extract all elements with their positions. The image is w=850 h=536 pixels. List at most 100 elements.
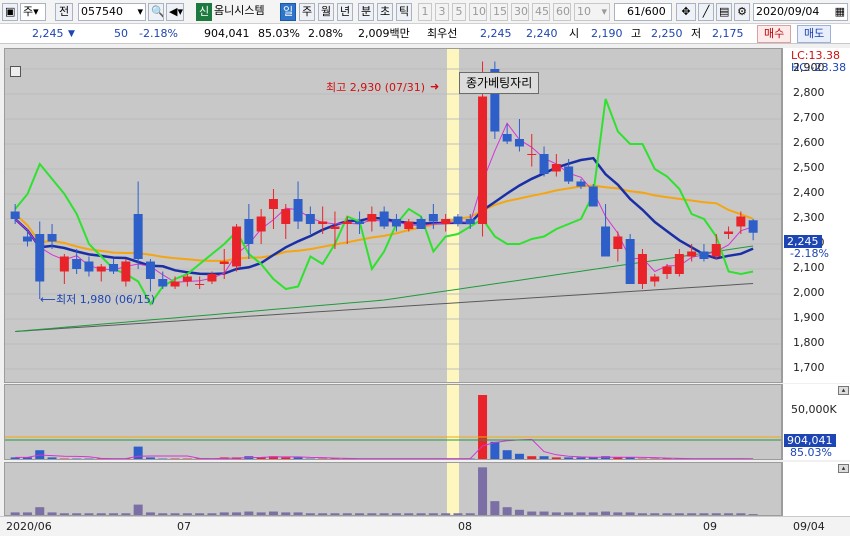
count-input[interactable]: 61/600 bbox=[614, 3, 672, 21]
price-tick-label: 2,600 bbox=[793, 136, 825, 149]
down-candle bbox=[699, 251, 709, 259]
up-candle bbox=[96, 266, 106, 272]
up-candle bbox=[232, 226, 242, 267]
period-month[interactable]: 월 bbox=[318, 3, 334, 21]
period-second[interactable]: 초 bbox=[377, 3, 393, 21]
price-tick-label: 2,100 bbox=[793, 261, 825, 274]
period-year[interactable]: 년 bbox=[337, 3, 353, 21]
price-axis: LC:13.38 HC:-23.38 2,900 2,800 2,700 2,600 2… bbox=[782, 48, 850, 383]
period-day[interactable]: 일 bbox=[280, 3, 296, 21]
up-candle bbox=[724, 231, 734, 234]
volume-bar bbox=[145, 457, 155, 459]
low-price: 2,175 bbox=[712, 27, 744, 40]
down-candle bbox=[465, 219, 475, 224]
up-candle bbox=[441, 219, 451, 224]
price-chart-pane[interactable] bbox=[4, 48, 782, 383]
price-tick-label: 1,700 bbox=[793, 361, 825, 374]
current-price: 2,245 bbox=[32, 27, 64, 40]
interval-1[interactable]: 1 bbox=[418, 3, 432, 21]
save-icon[interactable]: ▤ bbox=[716, 3, 732, 21]
period-minute[interactable]: 분 bbox=[358, 3, 374, 21]
price-tick-label: 2,000 bbox=[793, 286, 825, 299]
stock-chart-window: ▣ 주▾ 전 057540 ▾ 🔍 ◀▾ 신 옴니시스템 일 주 월 년 분 초 … bbox=[0, 0, 850, 536]
up-candle bbox=[650, 276, 660, 282]
down-candle bbox=[355, 221, 365, 224]
credit-badge: 신 bbox=[196, 3, 212, 21]
draw-tool-icon[interactable]: ╱ bbox=[698, 3, 714, 21]
high-price: 2,250 bbox=[651, 27, 683, 40]
interval-30[interactable]: 30 bbox=[511, 3, 529, 21]
volume-bar bbox=[502, 450, 512, 459]
buy-button[interactable]: 매수 bbox=[757, 25, 792, 43]
volume-pane[interactable] bbox=[4, 384, 782, 460]
change-percent: -2.18% bbox=[139, 27, 178, 40]
interval-15[interactable]: 15 bbox=[490, 3, 508, 21]
period-tick[interactable]: 틱 bbox=[396, 3, 412, 21]
up-candle bbox=[182, 276, 192, 282]
down-candle bbox=[502, 134, 512, 142]
price-tick-label: 2,700 bbox=[793, 111, 825, 124]
price-tick-label: 2,500 bbox=[793, 161, 825, 174]
price-tick-label: 2,800 bbox=[793, 86, 825, 99]
volume-bar bbox=[158, 458, 168, 459]
down-candle bbox=[35, 234, 45, 282]
low-arrow-icon: ⟵ bbox=[40, 293, 56, 306]
indicator-bar bbox=[478, 467, 488, 515]
open-label: 시 bbox=[569, 27, 580, 40]
up-candle bbox=[711, 244, 721, 257]
down-candle bbox=[47, 234, 57, 242]
interval-3[interactable]: 3 bbox=[435, 3, 449, 21]
date-label-aug: 08 bbox=[458, 520, 472, 533]
pane2-collapse-icon[interactable]: ▴ bbox=[838, 464, 849, 473]
up-candle bbox=[404, 221, 414, 229]
pane-collapse-icon[interactable]: ▴ bbox=[838, 386, 849, 395]
interval-60[interactable]: 60 bbox=[553, 3, 571, 21]
best-bid: 2,240 bbox=[526, 27, 558, 40]
up-candle bbox=[367, 214, 377, 222]
volume-ratio: 85.03% bbox=[258, 27, 300, 40]
ma240-line bbox=[15, 283, 754, 332]
volume-bar bbox=[478, 395, 488, 459]
date-label-june: 2020/06 bbox=[6, 520, 52, 533]
down-candle bbox=[109, 264, 119, 272]
volume-bar bbox=[551, 457, 561, 459]
grid-toggle-icon[interactable] bbox=[10, 66, 21, 77]
down-candle bbox=[576, 181, 586, 187]
volume-bar bbox=[330, 458, 340, 459]
up-candle bbox=[736, 216, 746, 227]
down-candle bbox=[22, 236, 32, 242]
volume-bar bbox=[650, 458, 660, 459]
change-down-icon: ▼ bbox=[68, 29, 75, 39]
market-select[interactable]: 주▾ bbox=[20, 3, 46, 21]
interval-custom-select[interactable]: 10 ▾ bbox=[574, 3, 610, 21]
stock-code-input[interactable]: 057540 ▾ bbox=[78, 3, 146, 21]
open-price: 2,190 bbox=[591, 27, 623, 40]
down-candle bbox=[514, 139, 524, 147]
trade-amount: 2,009백만 bbox=[358, 27, 410, 40]
interval-5[interactable]: 5 bbox=[452, 3, 466, 21]
volume-bar bbox=[281, 457, 291, 459]
up-candle bbox=[121, 261, 131, 282]
gear-icon[interactable]: ⚙ bbox=[734, 3, 750, 21]
down-candle bbox=[391, 219, 401, 227]
interval-45[interactable]: 45 bbox=[532, 3, 550, 21]
sell-button[interactable]: 매도 bbox=[797, 25, 832, 43]
search-icon[interactable]: 🔍 bbox=[148, 3, 164, 21]
down-candle bbox=[748, 220, 758, 233]
volume-bar bbox=[318, 458, 328, 459]
up-candle bbox=[662, 266, 672, 274]
prev-button[interactable]: 전 bbox=[55, 3, 73, 21]
crosshair-icon[interactable]: ✥ bbox=[676, 3, 696, 21]
interval-10[interactable]: 10 bbox=[469, 3, 487, 21]
period-week[interactable]: 주 bbox=[299, 3, 315, 21]
volume-bar bbox=[170, 458, 180, 459]
up-candle bbox=[207, 274, 217, 282]
indicator-pane[interactable] bbox=[4, 462, 782, 516]
date-input[interactable]: 2020/09/04 ▦ bbox=[753, 3, 848, 21]
up-candle bbox=[195, 284, 205, 285]
menu-icon[interactable]: ▣ bbox=[2, 3, 18, 21]
volume-bar bbox=[490, 441, 500, 459]
price-tick-label: 2,400 bbox=[793, 186, 825, 199]
speaker-icon[interactable]: ◀▾ bbox=[166, 3, 184, 21]
down-candle bbox=[305, 214, 315, 224]
